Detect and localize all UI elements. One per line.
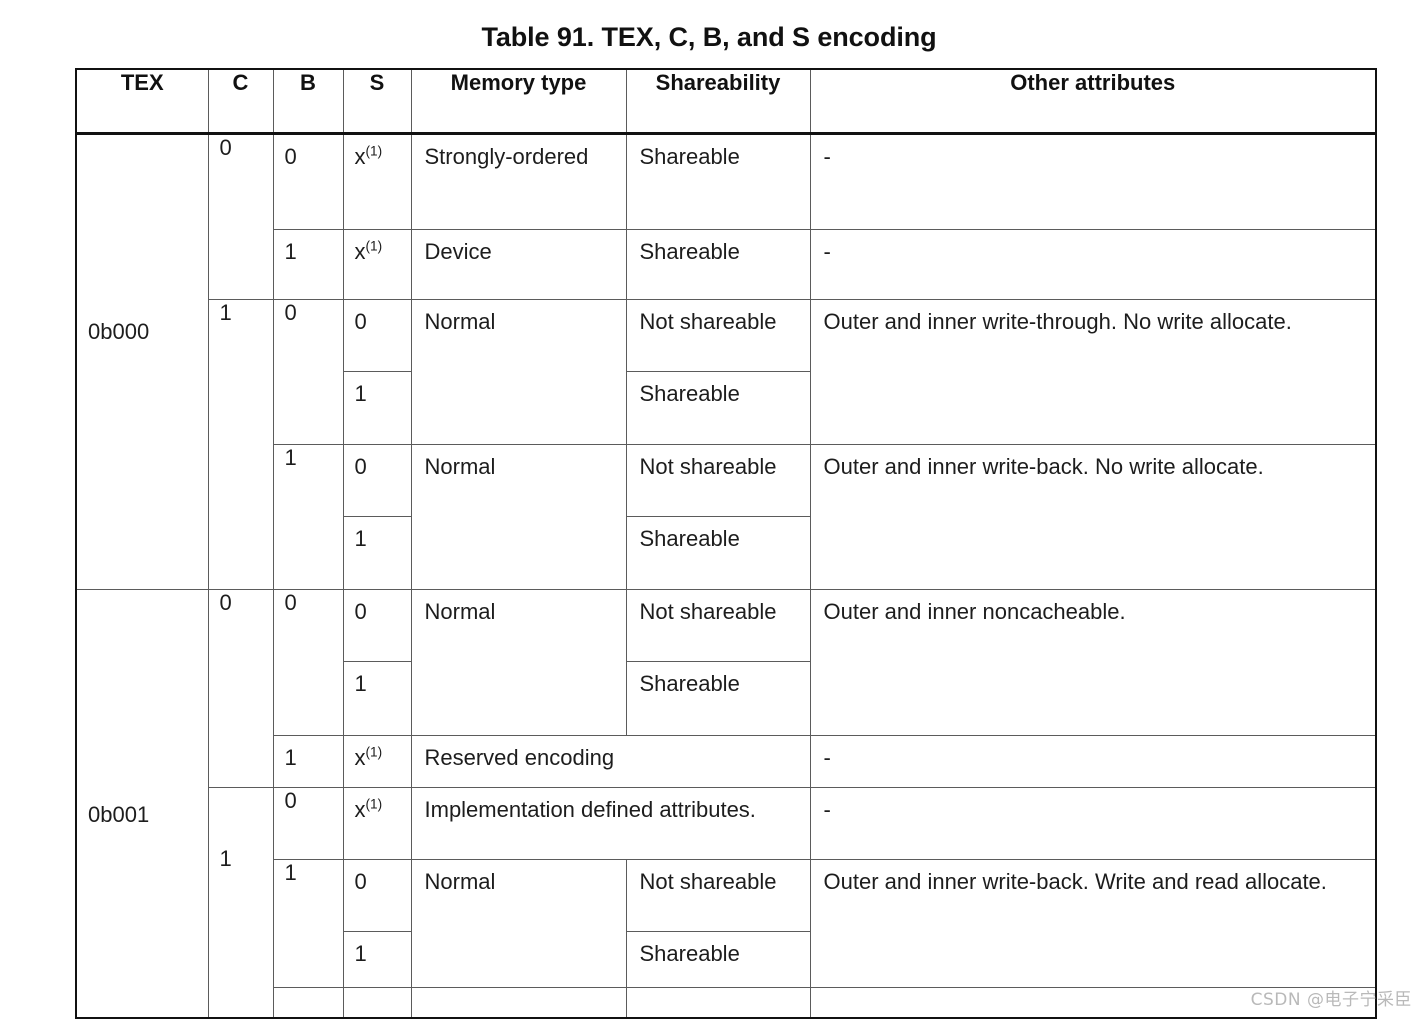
cell-memory-type-reserved-encoding: Reserved encoding — [410, 735, 811, 788]
cell-memory-type-device: Device — [410, 229, 627, 300]
cell-s-x: x(1) — [342, 787, 412, 860]
cell-s-0: 0 — [342, 299, 412, 372]
table-row: 1 0 x(1) Implementation defined attribut… — [76, 787, 1377, 1018]
cell-s-x: x(1) — [342, 735, 412, 788]
cell-shareability-shareable: Shareable — [625, 516, 811, 590]
cell-memory-type-normal: Normal — [410, 589, 627, 736]
cell-b-empty — [272, 987, 344, 1018]
cell-b-0: 0 — [272, 299, 344, 445]
cell-b-1: 1 — [272, 735, 344, 788]
col-header-other-attributes: Other attributes — [809, 68, 1377, 135]
footnote-marker: (1) — [365, 238, 383, 254]
cell-shareability-shareable: Shareable — [625, 931, 811, 988]
col-header-memory-type: Memory type — [410, 68, 627, 135]
cell-memory-type-empty — [410, 987, 627, 1018]
cell-s-0: 0 — [342, 444, 412, 517]
cell-shareability-not-shareable: Not shareable — [625, 444, 811, 517]
cell-c-1: 1 — [207, 299, 274, 590]
table-row: 0b000 0 0 x(1) Strongly-ordered Shareabl… — [75, 133, 1377, 590]
cell-shareability-not-shareable: Not shareable — [625, 589, 811, 662]
cell-memory-type-normal: Normal — [410, 299, 627, 445]
s-x-value: x — [354, 144, 366, 169]
col-header-b: B — [272, 68, 344, 135]
cell-shareability-shareable: Shareable — [625, 371, 811, 445]
footnote-marker: (1) — [365, 744, 383, 760]
col-header-s: S — [342, 68, 412, 135]
cell-other-attributes-dash: - — [809, 787, 1377, 860]
cell-other-attributes-dash: - — [809, 735, 1377, 788]
cell-memory-type-implementation-defined: Implementation defined attributes. — [410, 787, 811, 860]
cell-b-1: 1 — [272, 229, 344, 300]
encoding-table-wrapper: TEX C B S Memory type Shareability Other… — [75, 68, 1377, 1019]
cell-s-0: 0 — [342, 589, 412, 662]
footnote-marker: (1) — [365, 796, 383, 812]
cell-other-attributes-write-through: Outer and inner write-through. No write … — [809, 299, 1377, 445]
cell-s-1: 1 — [342, 661, 412, 736]
table-caption: Table 91. TEX, C, B, and S encoding — [481, 22, 937, 52]
cell-b-1: 1 — [272, 444, 344, 590]
col-header-c: C — [207, 68, 274, 135]
cell-c-0: 0 — [207, 133, 274, 300]
cell-tex-0b000: 0b000 — [75, 133, 209, 590]
cell-b-1: 1 — [272, 859, 344, 988]
cell-shareability-not-shareable: Not shareable — [625, 859, 811, 932]
cell-b-0: 0 — [272, 589, 344, 736]
table-header: TEX C B S Memory type Shareability Other… — [75, 68, 1377, 135]
cell-other-attributes-noncacheable: Outer and inner noncacheable. — [809, 589, 1377, 736]
cell-s-x: x(1) — [342, 133, 412, 230]
cell-s-1: 1 — [342, 371, 412, 445]
cell-memory-type-normal: Normal — [410, 444, 627, 590]
cell-tex-0b001: 0b001 — [75, 589, 209, 1018]
cell-s-1: 1 — [342, 516, 412, 590]
cell-s-1: 1 — [342, 931, 412, 988]
cell-other-attributes-write-back-no-alloc: Outer and inner write-back. No write all… — [809, 444, 1377, 590]
cell-c-0: 0 — [207, 589, 274, 788]
cell-shareability-empty — [625, 987, 811, 1018]
cell-shareability-not-shareable: Not shareable — [625, 299, 811, 372]
cell-s-empty — [342, 987, 412, 1018]
cell-other-attributes-dash: - — [809, 229, 1377, 300]
header-row: TEX C B S Memory type Shareability Other… — [75, 68, 1377, 135]
footnote-marker: (1) — [365, 143, 383, 159]
cell-shareability-shareable: Shareable — [625, 661, 811, 736]
tex-cbs-encoding-table: TEX C B S Memory type Shareability Other… — [75, 68, 1377, 1019]
cell-other-attributes-dash: - — [809, 133, 1377, 230]
cell-memory-type-normal: Normal — [410, 859, 627, 988]
cell-other-attributes-write-back-alloc: Outer and inner write-back. Write and re… — [809, 859, 1377, 988]
cell-b-0: 0 — [272, 787, 344, 860]
cell-c-1: 1 — [207, 787, 274, 1018]
cell-memory-type-strongly-ordered: Strongly-ordered — [410, 133, 627, 230]
document-page: Table 91. TEX, C, B, and S encoding TEX … — [0, 0, 1418, 1019]
table-body: 0b000 0 0 x(1) Strongly-ordered Shareabl… — [75, 133, 1377, 1018]
cell-s-x: x(1) — [342, 229, 412, 300]
table-row: 0b001 0 0 0 Normal Not shareable Outer a… — [75, 589, 1377, 1018]
cell-b-0: 0 — [272, 133, 344, 230]
col-header-tex: TEX — [75, 68, 209, 135]
cell-shareability-shareable: Shareable — [625, 133, 811, 230]
cell-shareability-shareable: Shareable — [625, 229, 811, 300]
cell-s-0: 0 — [342, 859, 412, 932]
table-row: 1 0 0 Normal Not shareable Outer and inn… — [76, 299, 1377, 590]
col-header-shareability: Shareability — [625, 68, 811, 135]
csdn-watermark: CSDN @电子宁采臣 — [1250, 990, 1412, 1010]
